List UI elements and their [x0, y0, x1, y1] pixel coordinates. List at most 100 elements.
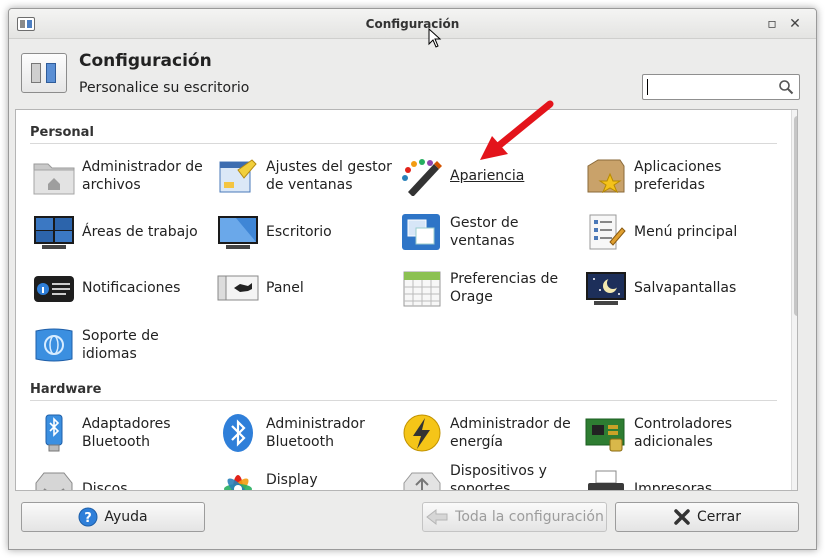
window-title: Configuración: [365, 17, 460, 31]
search-icon[interactable]: [778, 79, 794, 95]
item-screensaver[interactable]: Salvapantallas: [584, 265, 764, 311]
item-label: Soporte de: [82, 328, 159, 344]
item-disks[interactable]: Discos: [32, 466, 212, 491]
item-label: preferidas: [634, 177, 705, 193]
item-label: Menú principal: [634, 224, 738, 240]
item-preferred-apps[interactable]: Aplicaciones preferidas: [584, 153, 764, 199]
footer: ? Ayuda Toda la configuración Cerrar: [9, 493, 816, 549]
item-label: Salvapantallas: [634, 280, 737, 296]
item-bluetooth-adapters[interactable]: Adaptadores Bluetooth: [32, 410, 212, 456]
screensaver-moon-icon: [586, 272, 626, 305]
item-label: idiomas: [82, 346, 137, 362]
vertical-scrollbar[interactable]: [791, 110, 797, 490]
item-label: Adaptadores: [82, 416, 171, 432]
item-removable-devices[interactable]: Dispositivos y soportes extraíbles: [400, 463, 580, 491]
svg-text:?: ?: [85, 511, 93, 526]
bluetooth-icon: [223, 414, 253, 452]
item-label: soportes extraíbles: [450, 481, 511, 491]
item-notifications[interactable]: Notificaciones: [32, 265, 212, 311]
menu-editor-icon: [589, 214, 626, 250]
item-label: Impresoras: [634, 481, 713, 491]
item-label: Orage: [450, 289, 493, 305]
item-main-menu[interactable]: Menú principal: [584, 209, 764, 255]
item-label: Display Calibration: [266, 472, 318, 488]
palette-brush-icon: [402, 159, 442, 196]
item-window-manager[interactable]: Gestor de ventanas: [400, 209, 580, 255]
item-additional-drivers[interactable]: Controladores adicionales: [584, 410, 764, 456]
item-label: Ajustes del gestor: [266, 159, 392, 175]
text-caret: [647, 79, 648, 95]
item-printers[interactable]: Impresoras: [584, 466, 764, 491]
item-label: Controladores: [634, 416, 732, 432]
page-subtitle: Personalice su escritorio: [79, 80, 250, 96]
panel-icon: [217, 275, 259, 301]
calendar-icon: [403, 271, 441, 307]
help-button-label: Ayuda: [104, 509, 148, 525]
item-label: energía: [450, 434, 503, 450]
desktop-monitor-icon: [218, 216, 258, 249]
power-bolt-icon: [403, 414, 441, 452]
item-display-calibration[interactable]: Display Calibration: [216, 466, 396, 490]
section-divider: [30, 400, 777, 401]
color-calibration-icon: [224, 475, 252, 490]
item-label: ventanas: [450, 233, 515, 249]
mouse-cursor-icon: [428, 28, 442, 48]
close-button[interactable]: Cerrar: [615, 502, 799, 532]
section-hardware: Hardware: [30, 382, 102, 397]
item-label: Notificaciones: [82, 280, 181, 296]
all-settings-button[interactable]: Toda la configuración: [422, 502, 607, 532]
preferred-apps-star-icon: [587, 159, 625, 194]
help-button[interactable]: ? Ayuda: [21, 502, 205, 532]
item-workspaces[interactable]: Áreas de trabajo: [32, 209, 212, 255]
header: Configuración Personalice su escritorio: [9, 40, 816, 108]
settings-header-icon: [21, 53, 67, 93]
close-window-icon[interactable]: ✕: [787, 16, 803, 32]
maximize-icon[interactable]: ▫: [764, 16, 780, 32]
section-personal: Personal: [30, 125, 94, 140]
item-label: Discos: [82, 481, 128, 491]
item-label: Gestor de: [450, 215, 519, 231]
item-file-manager[interactable]: Administrador de archivos: [32, 153, 212, 199]
item-label: Bluetooth: [266, 434, 334, 450]
drivers-chip-icon: [585, 418, 625, 452]
scrollbar-thumb[interactable]: [794, 116, 797, 316]
window-manager-icon: [402, 214, 440, 250]
settings-list: Personal Administrador de archivos Ajuste…: [15, 109, 798, 491]
help-icon: ?: [78, 507, 98, 527]
item-label: Panel: [266, 280, 304, 296]
close-icon: [674, 509, 690, 525]
item-orage-preferences[interactable]: Preferencias de Orage: [400, 265, 580, 311]
item-label: Preferencias de: [450, 271, 559, 287]
item-window-manager-tweaks[interactable]: Ajustes del gestor de ventanas: [216, 153, 396, 199]
item-label: Bluetooth: [82, 434, 150, 450]
window-manager-tweaks-icon: [219, 159, 257, 193]
item-desktop[interactable]: Escritorio: [216, 209, 396, 255]
close-button-label: Cerrar: [697, 509, 741, 525]
notifications-icon: [34, 276, 74, 302]
item-label: archivos: [82, 177, 141, 193]
item-label: Aplicaciones: [634, 159, 722, 175]
page-title: Configuración: [79, 51, 212, 71]
workspaces-monitor-icon: [34, 216, 74, 249]
search-input[interactable]: [642, 74, 800, 100]
bluetooth-adapter-icon: [45, 414, 63, 452]
title-bar[interactable]: Configuración ▫ ✕: [9, 9, 816, 39]
item-label: Escritorio: [266, 224, 332, 240]
item-label: de ventanas: [266, 177, 353, 193]
item-power-manager[interactable]: Administrador de energía: [400, 410, 580, 456]
item-label: Apariencia: [450, 168, 525, 184]
usb-removable-icon: [403, 472, 441, 490]
all-settings-button-label: Toda la configuración: [455, 509, 604, 525]
section-divider: [30, 143, 777, 144]
item-label: Administrador de: [450, 416, 571, 432]
back-arrow-icon: [426, 508, 448, 526]
item-label: adicionales: [634, 434, 713, 450]
item-label: Dispositivos y: [450, 463, 547, 479]
item-language-support[interactable]: Soporte de idiomas: [32, 322, 212, 368]
disks-icon: [35, 472, 73, 490]
item-bluetooth-manager[interactable]: Administrador Bluetooth: [216, 410, 396, 456]
item-panel[interactable]: Panel: [216, 265, 396, 311]
folder-home-icon: [33, 163, 75, 195]
item-appearance[interactable]: Apariencia: [400, 153, 580, 199]
item-label: Administrador: [266, 416, 365, 432]
